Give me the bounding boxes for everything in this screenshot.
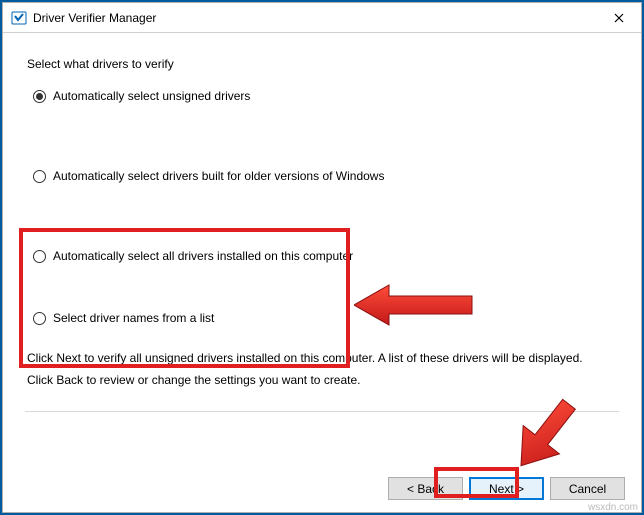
- option-label: Automatically select drivers built for o…: [53, 169, 384, 183]
- app-icon: [11, 10, 27, 26]
- option-auto-older[interactable]: Automatically select drivers built for o…: [33, 165, 619, 187]
- option-auto-all[interactable]: Automatically select all drivers install…: [33, 245, 619, 267]
- spacer: [25, 107, 619, 165]
- section-heading: Select what drivers to verify: [27, 57, 619, 71]
- option-label: Select driver names from a list: [53, 311, 214, 325]
- watermark: wsxdn.com: [588, 502, 638, 513]
- radio-icon: [33, 170, 46, 183]
- spacer: [25, 187, 619, 245]
- divider: [25, 411, 619, 412]
- option-from-list[interactable]: Select driver names from a list: [33, 307, 619, 329]
- spacer: [25, 267, 619, 307]
- dialog-window: Driver Verifier Manager Select what driv…: [2, 2, 642, 513]
- hint-line-1: Click Next to verify all unsigned driver…: [27, 350, 617, 367]
- window-title: Driver Verifier Manager: [33, 11, 596, 25]
- close-button[interactable]: [596, 3, 641, 33]
- radio-icon: [33, 312, 46, 325]
- option-label: Automatically select unsigned drivers: [53, 89, 250, 103]
- back-button[interactable]: < Back: [388, 477, 463, 500]
- spacer: [25, 329, 619, 345]
- button-row: < Back Next > Cancel: [388, 477, 625, 500]
- cancel-button[interactable]: Cancel: [550, 477, 625, 500]
- option-label: Automatically select all drivers install…: [53, 249, 353, 263]
- hint-line-2: Click Back to review or change the setti…: [27, 372, 617, 389]
- radio-icon: [33, 90, 46, 103]
- titlebar: Driver Verifier Manager: [3, 3, 641, 33]
- content-area: Select what drivers to verify Automatica…: [15, 43, 629, 462]
- option-auto-unsigned[interactable]: Automatically select unsigned drivers: [33, 85, 619, 107]
- radio-icon: [33, 250, 46, 263]
- next-button[interactable]: Next >: [469, 477, 544, 500]
